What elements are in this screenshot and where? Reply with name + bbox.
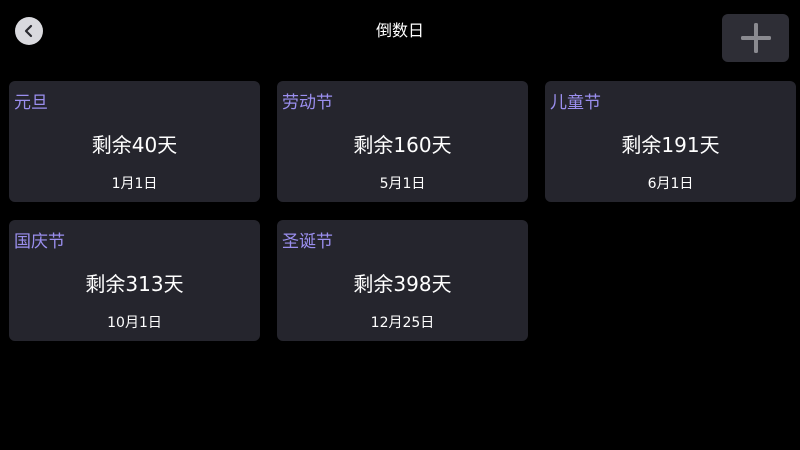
- countdown-card-labor-day[interactable]: 劳动节 剩余160天 5月1日: [277, 81, 528, 202]
- countdown-card-national-day[interactable]: 国庆节 剩余313天 10月1日: [9, 220, 260, 341]
- countdown-card-date: 6月1日: [647, 176, 694, 192]
- countdown-card-remaining: 剩余191天: [621, 133, 720, 157]
- countdown-list: 元旦 剩余40天 1月1日 劳动节 剩余160天 5月1日 儿童节 剩余191天…: [9, 81, 796, 341]
- countdown-card-remaining: 剩余40天: [91, 133, 178, 157]
- countdown-card-name: 圣诞节: [282, 232, 333, 252]
- countdown-card-christmas[interactable]: 圣诞节 剩余398天 12月25日: [277, 220, 528, 341]
- plus-icon: [739, 21, 773, 55]
- countdown-card-childrens-day[interactable]: 儿童节 剩余191天 6月1日: [545, 81, 796, 202]
- countdown-card-name: 元旦: [14, 93, 48, 113]
- add-event-button[interactable]: [722, 14, 789, 62]
- countdown-card-date: 12月25日: [370, 315, 435, 331]
- countdown-card-name: 劳动节: [282, 93, 333, 113]
- countdown-card-remaining: 剩余160天: [353, 133, 452, 157]
- countdown-card-name: 国庆节: [14, 232, 65, 252]
- countdown-card-remaining: 剩余313天: [85, 272, 184, 296]
- countdown-card-new-year[interactable]: 元旦 剩余40天 1月1日: [9, 81, 260, 202]
- countdown-card-name: 儿童节: [550, 93, 601, 113]
- page-title: 倒数日: [375, 21, 424, 40]
- countdown-card-date: 10月1日: [107, 315, 162, 331]
- countdown-card-date: 1月1日: [111, 176, 158, 192]
- countdown-card-date: 5月1日: [379, 176, 426, 192]
- countdown-card-remaining: 剩余398天: [353, 272, 452, 296]
